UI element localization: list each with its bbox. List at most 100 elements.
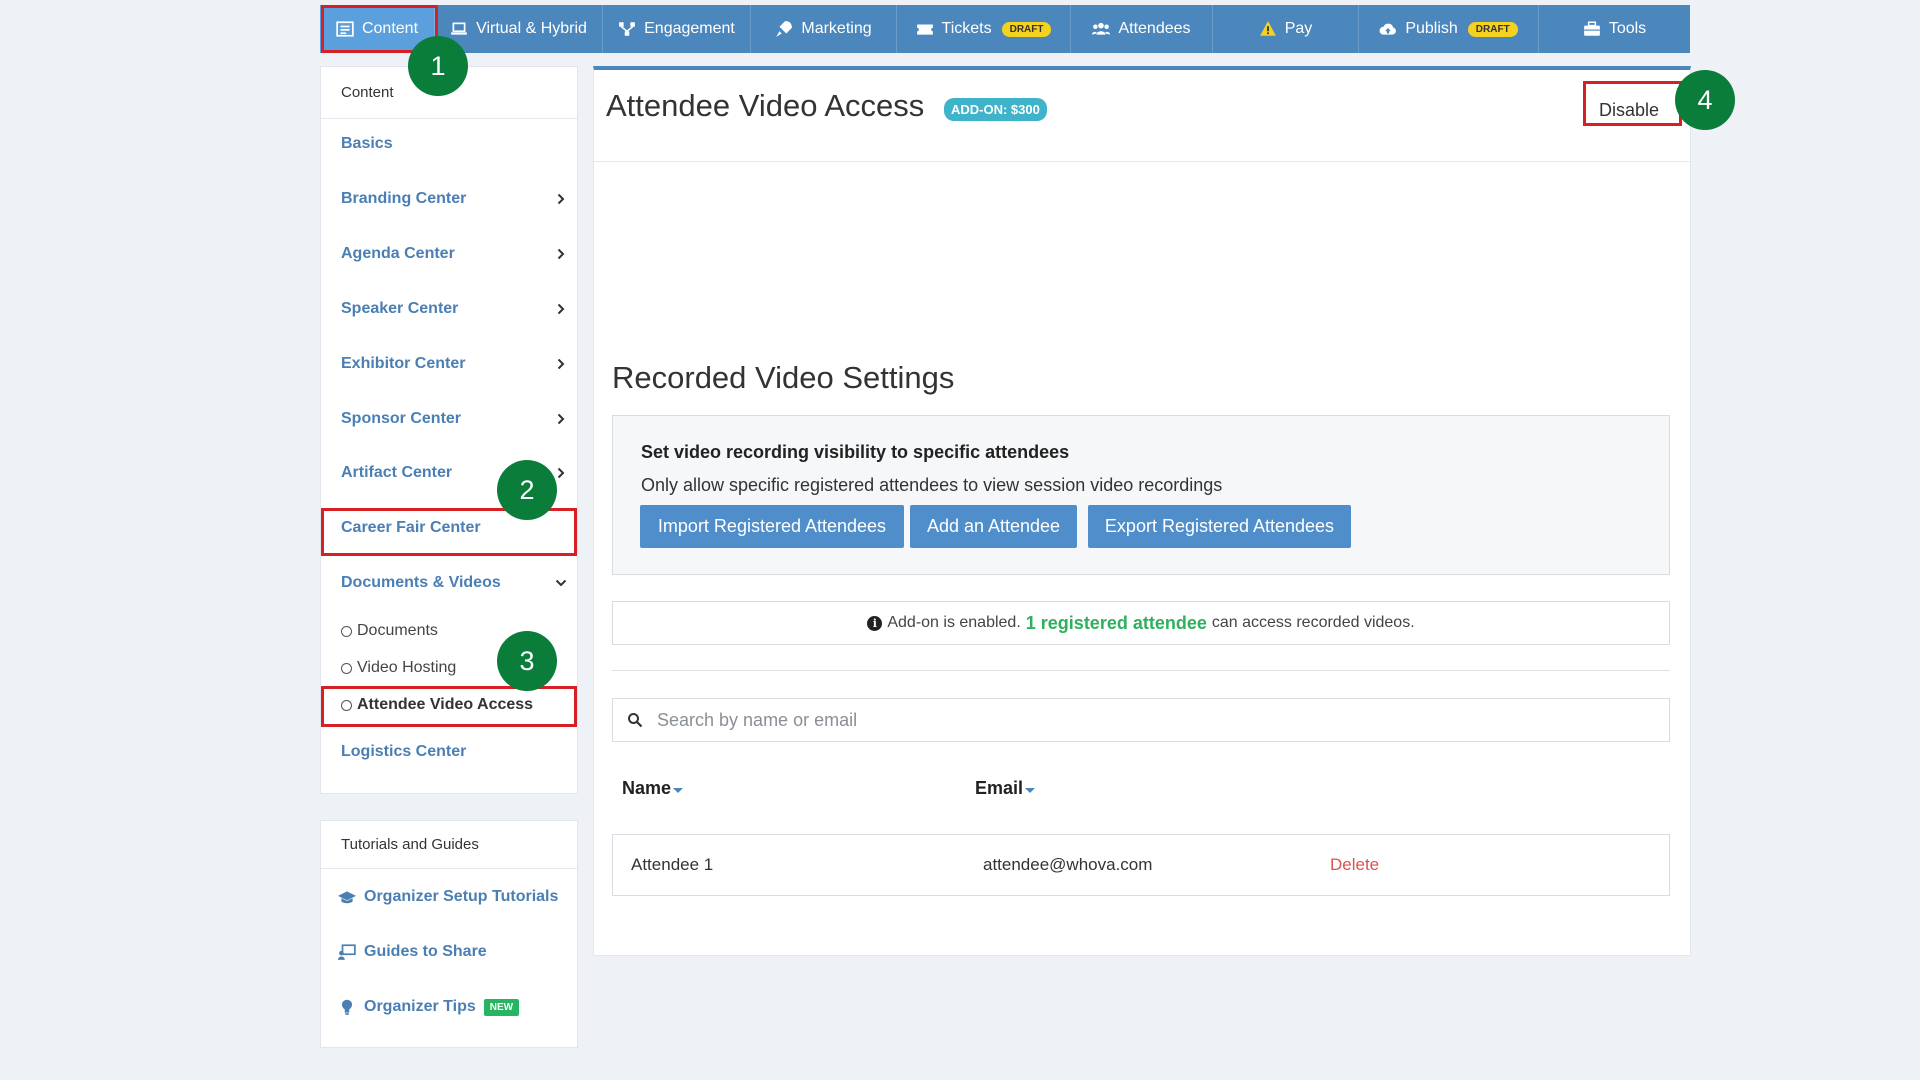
tutorial-item-label: Organizer Setup Tutorials [364,888,559,905]
network-icon [619,22,635,36]
new-badge: NEW [483,998,520,1016]
delete-link[interactable]: Delete [1330,855,1379,875]
sidebar-item-sponsor-center[interactable]: Sponsor Center [341,404,577,434]
sidebar-item-agenda-center[interactable]: Agenda Center [341,239,577,269]
sidebar-subitem-documents[interactable]: Documents [341,618,438,644]
nav-label: Publish [1405,20,1458,37]
users-icon [1092,22,1111,35]
nav-label: Virtual & Hybrid [476,20,587,37]
export-registered-attendees-button[interactable]: Export Registered Attendees [1088,505,1351,548]
info-suffix: can access recorded videos. [1211,614,1415,631]
sidebar-item-documents-videos[interactable]: Documents & Videos [341,568,577,598]
column-header-label: Name [622,778,672,798]
presentation-icon [338,944,356,960]
sidebar-item-label: Agenda Center [341,245,455,262]
lightbulb-icon [341,999,353,1015]
nav-publish[interactable]: Publish DRAFT [1359,5,1539,53]
page-title: Attendee Video Access [606,88,925,123]
column-header-name[interactable]: Name [622,778,684,799]
tutorial-item-guides-to-share[interactable]: Guides to Share [338,937,487,967]
sidebar-item-speaker-center[interactable]: Speaker Center [341,294,577,324]
tutorials-sidebar: Tutorials and Guides Organizer Setup Tut… [320,820,578,1048]
column-header-email[interactable]: Email [975,778,1036,799]
chevron-right-icon [557,303,565,315]
tutorial-item-organizer-tips[interactable]: Organizer Tips NEW [338,992,520,1022]
sidebar-item-label: Basics [341,135,393,152]
settings-description: Only allow specific registered attendees… [641,475,1223,495]
sidebar-item-label: Speaker Center [341,300,459,317]
nav-tools[interactable]: Tools [1539,5,1690,53]
nav-label: Tools [1608,20,1647,37]
info-icon: i [867,615,883,631]
cloud-upload-icon [1379,23,1397,35]
chevron-right-icon [557,467,565,479]
visibility-settings-box: Set video recording visibility to specif… [612,415,1670,575]
top-nav: Content Virtual & Hybrid Engagement Mark… [320,5,1690,53]
nav-label: Tickets [941,20,992,37]
rocket-icon [776,21,793,37]
info-prefix: Add-on is enabled. [887,614,1021,631]
add-attendee-button[interactable]: Add an Attendee [910,505,1077,548]
chevron-right-icon [557,248,565,260]
sort-caret-icon [1025,787,1036,793]
divider [612,670,1670,671]
sidebar-item-exhibitor-center[interactable]: Exhibitor Center [341,349,577,379]
sidebar-item-basics[interactable]: Basics [341,129,577,159]
sidebar-item-branding-center[interactable]: Branding Center [341,184,577,214]
nav-tickets[interactable]: Tickets DRAFT [897,5,1071,53]
attendee-name: Attendee 1 [631,855,714,874]
sidebar-item-label: Documents & Videos [341,574,501,591]
step-marker-1: 1 [408,36,468,96]
sidebar-item-label: Logistics Center [341,743,467,760]
addon-price-badge: ADD-ON: $300 [944,98,1047,121]
step-marker-3: 3 [497,631,557,691]
circle-bullet-icon [341,625,352,637]
search-input[interactable] [657,709,1557,731]
sidebar-item-label: Branding Center [341,190,467,207]
nav-label: Attendees [1118,20,1191,37]
draft-badge: DRAFT [1001,21,1052,37]
step-marker-2: 2 [497,460,557,520]
chevron-right-icon [557,413,565,425]
sidebar-item-label: Artifact Center [341,464,453,481]
nav-label: Pay [1284,20,1313,37]
registered-count-link[interactable]: 1 registered attendee [1026,613,1207,634]
nav-label: Engagement [644,20,735,37]
sidebar-item-label: Sponsor Center [341,410,462,427]
tutorial-item-label: Organizer Tips [364,998,476,1015]
sidebar-item-label: Exhibitor Center [341,355,466,372]
step-marker-4: 4 [1675,70,1735,130]
sidebar-item-logistics-center[interactable]: Logistics Center [341,737,577,767]
import-registered-attendees-button[interactable]: Import Registered Attendees [640,505,904,548]
search-box [612,698,1670,742]
main-panel: Attendee Video Access ADD-ON: $300 Disab… [593,66,1691,956]
laptop-icon [451,22,467,35]
settings-heading: Set video recording visibility to specif… [641,442,1070,462]
nav-attendees[interactable]: Attendees [1071,5,1213,53]
chevron-right-icon [557,358,565,370]
tutorial-item-organizer-setup[interactable]: Organizer Setup Tutorials [338,882,558,912]
draft-badge: DRAFT [1467,21,1518,37]
nav-pay[interactable]: Pay [1213,5,1359,53]
search-icon [628,713,643,728]
chevron-right-icon [557,193,565,205]
addon-status-info: i Add-on is enabled. 1 registered attend… [612,601,1670,645]
nav-engagement[interactable]: Engagement [603,5,751,53]
chevron-down-icon [555,579,567,587]
column-header-label: Email [975,778,1024,798]
graduation-cap-icon [338,891,356,904]
sort-caret-icon [673,787,684,793]
tutorial-item-label: Guides to Share [364,943,487,960]
highlight-box-attendee-video-access [321,686,577,727]
warning-icon [1259,21,1276,36]
sidebar-subitem-label: Video Hosting [357,659,457,676]
ticket-icon [916,24,933,35]
toolbox-icon [1583,21,1600,36]
attendee-email: attendee@whova.com [983,855,1153,874]
nav-marketing[interactable]: Marketing [751,5,897,53]
sidebar-subitem-video-hosting[interactable]: Video Hosting [341,655,456,681]
tutorials-header: Tutorials and Guides [321,821,577,869]
circle-bullet-icon [341,662,352,674]
highlight-box-disable [1583,81,1682,126]
table-row: Attendee 1 attendee@whova.com Delete [612,834,1670,896]
